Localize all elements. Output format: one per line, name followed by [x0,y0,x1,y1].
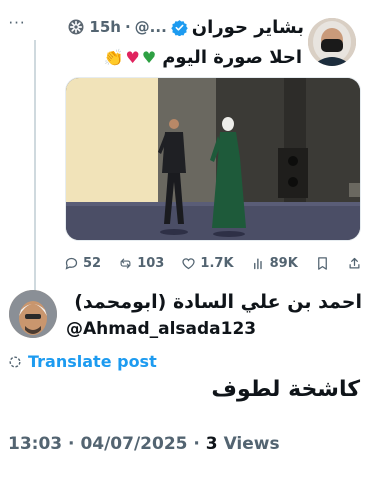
view-count: 89K [269,255,298,271]
reply-text: كاشخة لطوف [211,377,360,402]
repost-count: 103 [137,255,165,271]
meta-separator: · [68,434,75,454]
reply-count: 52 [83,255,102,271]
translate-post-label: Translate post [28,352,157,371]
reply-views-label: Views [223,434,280,454]
reply-button[interactable]: 52 [64,256,101,271]
like-button[interactable]: 1.7K [181,255,234,271]
red-heart-icon: ♥ [125,47,140,67]
author-avatar[interactable] [308,18,356,66]
repost-icon [120,258,131,268]
bookmark-icon [318,256,327,270]
heart-outline-icon [182,257,196,269]
views-button[interactable]: 89K [251,256,298,271]
share-button[interactable] [347,256,362,271]
reply-metadata: 13:03 · 04/07/2025 · 3 Views [8,434,280,454]
translate-post-link[interactable]: Translate post [8,352,157,371]
repost-button[interactable]: 103 [118,256,164,271]
reply-author-name[interactable]: احمد بن علي السادة (ابومحمد) [66,291,362,313]
more-options-button[interactable]: ··· [0,14,34,32]
reply-author-avatar[interactable] [9,290,57,338]
tweet-time[interactable]: 15h [89,18,121,36]
reply-date[interactable]: 04/07/2025 [80,434,187,454]
meta-separator: · [193,434,200,454]
tweet-media-photo[interactable] [65,77,361,241]
tweet-action-bar: 52 103 1.7K 89K [64,253,362,273]
translate-icon [9,355,21,368]
bookmark-button[interactable] [315,256,330,271]
clapping-hands-icon: 👏 [103,47,124,67]
share-icon [349,257,360,268]
author-handle[interactable]: @... [135,18,167,36]
bar-chart-icon [253,257,262,269]
green-heart-icon: ♥ [141,47,157,67]
header-separator: · [124,18,131,36]
tweet-text: احلا صورة اليوم [162,46,302,68]
author-name[interactable]: بشاير حوران [192,17,304,38]
tweet-text-row: احلا صورة اليوم 👏 ♥ ♥ [40,43,302,71]
reply-views-count: 3 [205,434,218,454]
emoji-group: 👏 ♥ ♥ [104,48,157,67]
gear-icon [68,19,84,35]
like-count: 1.7K [200,255,234,271]
reply-time[interactable]: 13:03 [8,434,62,454]
reply-bubble-icon [65,257,78,270]
reply-author-handle[interactable]: @Ahmad_alsada123 [66,319,256,339]
verified-badge-icon [171,19,188,36]
thread-connector-line [34,40,36,310]
tweet-header: بشاير حوران @... · 15h [36,15,304,39]
